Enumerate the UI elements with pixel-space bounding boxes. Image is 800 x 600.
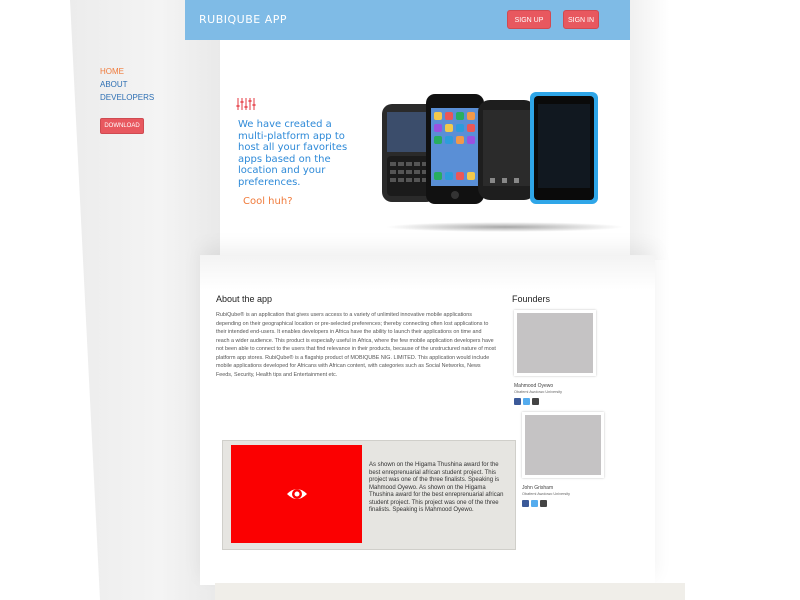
equalizer-icon — [236, 98, 256, 110]
award-box: As shown on the Higama Thushina award fo… — [222, 440, 516, 550]
founder-university: Obafemi Awolowo University — [522, 492, 571, 496]
twitter-icon[interactable] — [531, 500, 538, 507]
founder-card: John Grisham Obafemi Awolowo University — [522, 412, 604, 507]
hero-subline: Cool huh? — [243, 196, 293, 207]
founders-title: Founders — [512, 294, 551, 304]
founder-socials — [522, 500, 604, 507]
facebook-icon[interactable] — [514, 398, 521, 405]
footer-strip — [215, 583, 685, 600]
phones-shadow — [385, 222, 625, 232]
download-button[interactable]: DOWNLOAD — [100, 118, 144, 134]
hero-headline: We have created a multi-platform app to … — [238, 119, 348, 188]
twitter-icon[interactable] — [523, 398, 530, 405]
nokia-phone — [530, 92, 598, 204]
content-top-fade — [200, 255, 655, 290]
nav-item-home[interactable]: HOME — [100, 67, 154, 76]
android-phone — [478, 100, 536, 200]
sign-in-button[interactable]: SIGN IN — [563, 10, 599, 29]
about-title: About the app — [216, 294, 273, 304]
nav-item-developers[interactable]: DEVELOPERS — [100, 93, 154, 102]
founder-photo — [514, 310, 596, 376]
panel-shadow — [630, 0, 670, 260]
nav-item-about[interactable]: ABOUT — [100, 80, 154, 89]
award-video[interactable] — [231, 445, 362, 543]
founder-name: Mahmood Oyewo — [514, 383, 554, 389]
facebook-icon[interactable] — [522, 500, 529, 507]
award-caption: As shown on the Higama Thushina award fo… — [369, 462, 504, 513]
founder-card: Mahmood Oyewo Obafemi Awolowo University — [514, 310, 596, 405]
sidebar-nav: HOME ABOUT DEVELOPERS — [100, 67, 154, 106]
founder-name: John Grisham — [522, 485, 554, 491]
founder-university: Obafemi Awolowo University — [514, 390, 563, 394]
about-text: RubiQube® is an application that gives u… — [216, 312, 496, 378]
iphone-phone — [426, 94, 484, 204]
google-plus-icon[interactable] — [532, 398, 539, 405]
google-plus-icon[interactable] — [540, 500, 547, 507]
phones-image — [382, 92, 598, 204]
brand-title: RUBIQUBE APP — [199, 13, 287, 26]
top-header: RUBIQUBE APP SIGN UP SIGN IN — [185, 0, 630, 40]
sign-up-button[interactable]: SIGN UP — [507, 10, 551, 29]
founder-photo — [522, 412, 604, 478]
eye-icon — [287, 489, 307, 499]
founder-socials — [514, 398, 596, 405]
